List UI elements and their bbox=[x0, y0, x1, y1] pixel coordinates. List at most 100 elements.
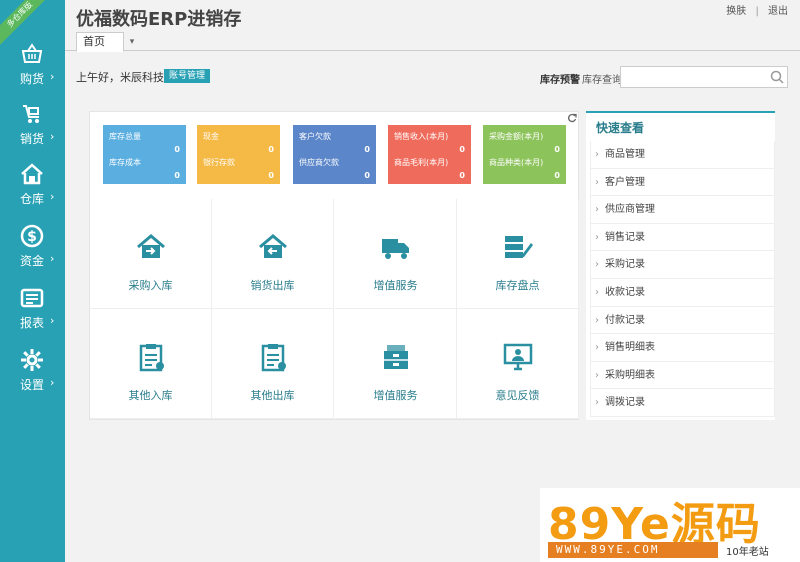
quick-view-item[interactable]: 供应商管理 bbox=[590, 196, 775, 224]
stat-label: 销售收入(本月) bbox=[394, 132, 449, 141]
house-icon bbox=[21, 163, 43, 185]
tile-label: 其他出库 bbox=[250, 389, 295, 402]
stat-value: 0 bbox=[554, 145, 560, 154]
sidebar-item-label: 销货 bbox=[20, 132, 45, 146]
quick-action-tile[interactable]: 采购入库 bbox=[90, 199, 212, 309]
stat-value: 0 bbox=[174, 145, 180, 154]
stock-search-input[interactable] bbox=[620, 66, 788, 88]
quick-view-item[interactable]: 客户管理 bbox=[590, 168, 775, 197]
quick-view-item[interactable]: 商品管理 bbox=[590, 141, 775, 169]
quick-view-item[interactable]: 采购明细表 bbox=[590, 361, 775, 390]
quick-view-list: 商品管理客户管理供应商管理销售记录采购记录收款记录付款记录销售明细表采购明细表调… bbox=[590, 141, 775, 417]
chevron-right-icon: › bbox=[50, 252, 55, 265]
quick-view-item[interactable]: 收款记录 bbox=[590, 278, 775, 307]
stat-value: 0 bbox=[554, 171, 560, 180]
clipboard-in-icon bbox=[139, 344, 164, 372]
quick-view-item[interactable]: 采购记录 bbox=[590, 251, 775, 279]
quick-action-tile[interactable]: 意见反馈 bbox=[457, 309, 579, 419]
chevron-right-icon: › bbox=[50, 190, 55, 203]
tile-label: 增值服务 bbox=[373, 279, 418, 292]
sidebar-item-sales[interactable]: 销货 › bbox=[0, 98, 65, 158]
cart-icon bbox=[23, 105, 39, 123]
stat-card[interactable]: 现金 0 银行存款 0 bbox=[197, 125, 280, 184]
clipboard-out-icon bbox=[261, 344, 286, 372]
stat-label: 供应商欠款 bbox=[299, 158, 339, 167]
stat-label: 库存成本 bbox=[109, 158, 141, 167]
dollar-coin-icon: $ bbox=[20, 224, 44, 248]
tab-bar: 首页 ▾ bbox=[65, 31, 800, 52]
stat-value: 0 bbox=[459, 145, 465, 154]
tile-label: 采购入库 bbox=[128, 279, 173, 292]
sidebar-item-purchase[interactable]: 购货 › bbox=[0, 38, 65, 98]
stock-alert-link[interactable]: 库存预警 bbox=[540, 71, 580, 86]
sidebar-item-funds[interactable]: $ 资金 › bbox=[0, 220, 65, 280]
quick-view-panel: 快速查看 商品管理客户管理供应商管理销售记录采购记录收款记录付款记录销售明细表采… bbox=[586, 111, 775, 420]
sidebar-item-label: 报表 bbox=[20, 316, 45, 330]
house-in-icon bbox=[137, 234, 165, 258]
svg-text:$: $ bbox=[27, 229, 37, 245]
quick-view-title: 快速查看 bbox=[596, 121, 645, 135]
quick-view-item[interactable]: 调拨记录 bbox=[590, 389, 775, 417]
quick-action-tile[interactable]: 库存盘点 bbox=[457, 199, 579, 309]
greeting-text: 上午好，米辰科技 bbox=[76, 71, 164, 84]
stat-value: 0 bbox=[268, 145, 274, 154]
account-manage-button[interactable]: 账号管理 bbox=[164, 69, 211, 83]
stat-label: 现金 bbox=[203, 132, 219, 141]
chevron-right-icon: › bbox=[50, 70, 55, 83]
basket-icon bbox=[21, 43, 43, 63]
stat-value: 0 bbox=[459, 171, 465, 180]
sidebar-item-label: 购货 bbox=[20, 72, 45, 86]
stat-label: 商品毛利(本月) bbox=[394, 158, 449, 167]
logout-link[interactable]: 退出 bbox=[768, 6, 788, 17]
stat-card[interactable]: 库存总量 0 库存成本 0 bbox=[103, 125, 186, 184]
chevron-right-icon: › bbox=[50, 130, 55, 143]
stat-label: 商品种类(本月) bbox=[489, 158, 544, 167]
stat-card[interactable]: 采购金额(本月) 0 商品种类(本月) 0 bbox=[483, 125, 566, 184]
search-icon[interactable] bbox=[770, 70, 784, 84]
app-title: 优福数码ERP进销存 bbox=[76, 9, 242, 30]
top-links: 换肤 | 退出 bbox=[720, 2, 788, 17]
tile-label: 意见反馈 bbox=[495, 389, 540, 402]
chevron-down-icon[interactable]: ▾ bbox=[124, 34, 140, 50]
stat-card[interactable]: 客户欠款 0 供应商欠款 0 bbox=[293, 125, 376, 184]
switch-skin-link[interactable]: 换肤 bbox=[726, 6, 746, 17]
quick-action-tile[interactable]: 增值服务 bbox=[335, 199, 457, 309]
quick-action-tile[interactable]: 其他入库 bbox=[90, 309, 212, 419]
quick-view-item[interactable]: 销售记录 bbox=[590, 223, 775, 252]
quick-action-tile[interactable]: 销货出库 bbox=[212, 199, 334, 309]
chevron-right-icon: › bbox=[50, 376, 55, 389]
tile-label: 其他入库 bbox=[128, 389, 173, 402]
stat-label: 库存总量 bbox=[109, 132, 141, 141]
quick-action-tile[interactable]: 增值服务 bbox=[335, 309, 457, 419]
sidebar-item-reports[interactable]: 报表 › bbox=[0, 282, 65, 342]
monitor-user-icon bbox=[503, 343, 533, 371]
watermark-tag: 10年老站 bbox=[726, 547, 769, 558]
tile-label: 销货出库 bbox=[250, 279, 295, 292]
stat-value: 0 bbox=[268, 171, 274, 180]
sidebar-item-label: 仓库 bbox=[20, 192, 45, 206]
house-out-icon bbox=[259, 234, 287, 258]
stat-value: 0 bbox=[364, 171, 370, 180]
stat-value: 0 bbox=[364, 145, 370, 154]
stat-label: 客户欠款 bbox=[299, 132, 331, 141]
watermark-url: WWW.89YE.COM bbox=[548, 542, 718, 558]
stat-card[interactable]: 销售收入(本月) 0 商品毛利(本月) 0 bbox=[388, 125, 471, 184]
chevron-right-icon: › bbox=[50, 314, 55, 327]
sidebar: 多仓库版 购货 › 销货 › 仓库 › $ 资金 › 报表 › 设置 › bbox=[0, 0, 65, 562]
tile-label: 增值服务 bbox=[373, 389, 418, 402]
tile-label: 库存盘点 bbox=[495, 279, 540, 292]
stack-edit-icon bbox=[505, 236, 533, 258]
sidebar-item-label: 资金 bbox=[20, 254, 45, 268]
quick-action-tile[interactable]: 其他出库 bbox=[212, 309, 334, 419]
stat-value: 0 bbox=[174, 171, 180, 180]
tab-home[interactable]: 首页 bbox=[76, 32, 124, 52]
stock-query-label: 库存查询 bbox=[582, 75, 622, 86]
sidebar-item-warehouse[interactable]: 仓库 › bbox=[0, 158, 65, 218]
quick-view-item[interactable]: 销售明细表 bbox=[590, 334, 775, 362]
quick-view-item[interactable]: 付款记录 bbox=[590, 306, 775, 335]
refresh-icon[interactable] bbox=[567, 113, 577, 123]
sidebar-item-settings[interactable]: 设置 › bbox=[0, 344, 65, 404]
watermark: 89Ye源码 WWW.89YE.COM 10年老站 bbox=[540, 488, 800, 562]
cabinet-icon bbox=[384, 345, 408, 369]
truck-icon bbox=[382, 239, 409, 259]
